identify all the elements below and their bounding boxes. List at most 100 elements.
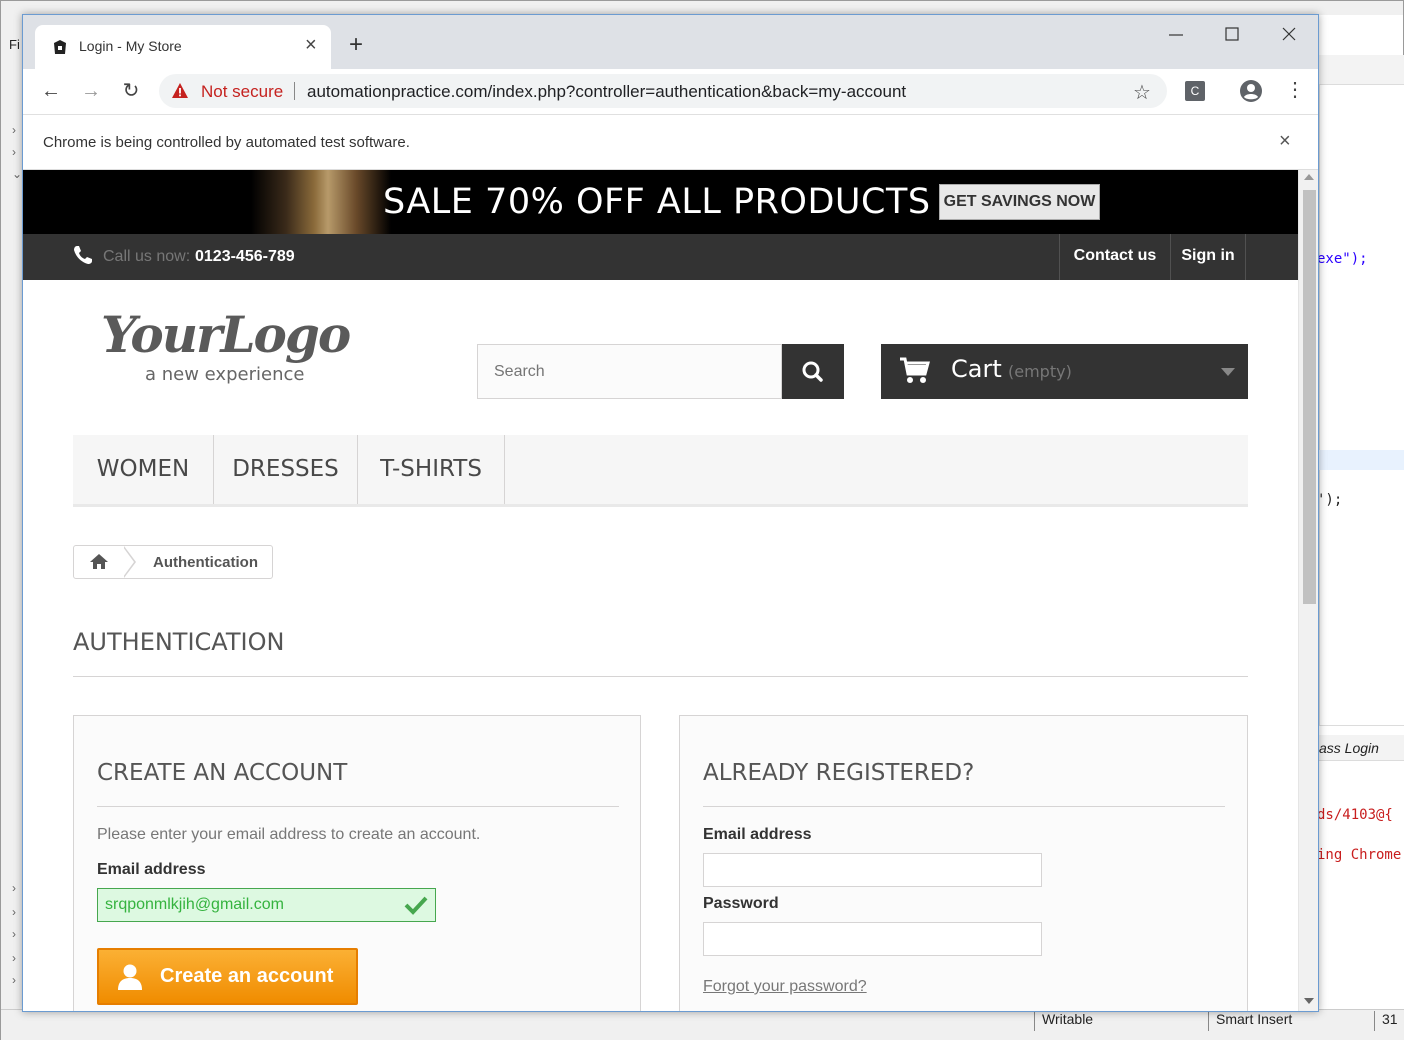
ide-current-line (1319, 450, 1404, 470)
banner-model-image (251, 170, 391, 234)
scroll-up-icon[interactable] (1304, 174, 1314, 180)
cart-dropdown[interactable]: Cart (empty) (881, 344, 1248, 399)
menu-item-dresses[interactable]: DRESSES (214, 435, 358, 504)
sign-in-link[interactable]: Sign in (1170, 234, 1246, 280)
ide-console-line: ds/4103@{ (1317, 807, 1393, 823)
status-divider (1034, 1011, 1035, 1031)
create-account-title: CREATE AN ACCOUNT (97, 760, 348, 786)
status-divider (1374, 1011, 1375, 1031)
scroll-thumb[interactable] (1303, 190, 1316, 604)
create-email-field[interactable] (97, 888, 436, 922)
url-text[interactable]: automationpractice.com/index.php?control… (307, 82, 906, 102)
logo-main-text: YourLogo (101, 305, 350, 364)
phone-number: 0123-456-789 (195, 248, 295, 265)
phone-icon (74, 246, 92, 264)
login-panel: ALREADY REGISTERED? Email address Passwo… (679, 715, 1248, 1011)
banner-headline: SALE 70% OFF ALL PRODUCTS (383, 182, 931, 222)
home-icon (90, 554, 108, 569)
breadcrumb-home[interactable] (74, 546, 124, 578)
store-logo[interactable]: YourLogo a new experience (101, 300, 401, 384)
extension-icon[interactable]: C (1185, 81, 1205, 101)
reload-icon[interactable]: ↻ (119, 79, 143, 103)
expand-icon[interactable]: › (12, 951, 16, 965)
not-secure-label[interactable]: Not secure (201, 82, 283, 102)
expand-icon[interactable]: › (12, 881, 16, 895)
password-input[interactable] (703, 922, 1042, 956)
breadcrumb: Authentication (73, 545, 273, 579)
user-icon (118, 964, 142, 990)
breadcrumb-current: Authentication (153, 554, 258, 571)
ide-code-line: exe"); (1317, 251, 1368, 267)
browser-tab[interactable]: Login - My Store × (35, 25, 331, 69)
ide-menu-file[interactable]: Fi (9, 37, 20, 52)
ide-console-toolbar: ass Login (1319, 735, 1404, 761)
search-input[interactable] (478, 345, 781, 398)
forgot-password-link[interactable]: Forgot your password? (703, 978, 867, 996)
page-title: AUTHENTICATION (73, 628, 285, 656)
browser-window: Login - My Store × + ← → ↻ Not secure au… (22, 14, 1319, 1012)
ide-statusbar (1, 1009, 1404, 1040)
login-divider (703, 806, 1225, 807)
check-icon (404, 896, 428, 915)
automation-infobar: Chrome is being controlled by automated … (23, 115, 1318, 170)
create-account-label: Create an account (160, 965, 334, 987)
create-email-input[interactable] (98, 889, 398, 921)
login-email-input[interactable] (703, 853, 1042, 887)
collapse-icon[interactable]: ⌄ (12, 167, 22, 181)
status-divider (1208, 1011, 1209, 1031)
kebab-menu-icon[interactable]: ⋮ (1285, 78, 1305, 102)
bookmark-star-icon[interactable]: ☆ (1133, 80, 1151, 105)
back-arrow-icon[interactable]: ← (39, 79, 63, 103)
expand-icon[interactable]: › (12, 973, 16, 987)
address-bar[interactable]: Not secure automationpractice.com/index.… (159, 74, 1167, 108)
url-divider (294, 82, 295, 100)
get-savings-button[interactable]: GET SAVINGS NOW (939, 184, 1100, 220)
window-close-icon[interactable] (1269, 23, 1309, 47)
ide-editor[interactable] (1319, 55, 1404, 725)
expand-icon[interactable]: › (12, 905, 16, 919)
create-account-description: Please enter your email address to creat… (97, 826, 481, 843)
infobar-message: Chrome is being controlled by automated … (43, 134, 410, 151)
menu-item-tshirts[interactable]: T-SHIRTS (358, 435, 505, 504)
search-icon (802, 361, 823, 382)
tab-strip: Login - My Store × + (23, 15, 1318, 69)
ide-editor-toolbar (1319, 55, 1404, 85)
create-account-panel: CREATE AN ACCOUNT Please enter your emai… (73, 715, 641, 1011)
infobar-close-icon[interactable]: × (1279, 130, 1291, 153)
sale-banner[interactable]: SALE 70% OFF ALL PRODUCTS GET SAVINGS NO… (23, 170, 1298, 234)
create-account-button[interactable]: Create an account (97, 948, 358, 1005)
login-title: ALREADY REGISTERED? (703, 760, 975, 786)
cart-status: (empty) (1008, 362, 1072, 381)
forward-arrow-icon[interactable]: → (79, 79, 103, 103)
menu-item-women[interactable]: WOMEN (73, 435, 214, 504)
scroll-down-icon[interactable] (1304, 998, 1314, 1004)
status-insert-mode: Smart Insert (1216, 1011, 1293, 1027)
search-field[interactable] (477, 344, 782, 399)
profile-icon[interactable] (1239, 79, 1263, 103)
expand-icon[interactable]: › (12, 123, 16, 137)
new-tab-icon[interactable]: + (349, 33, 363, 57)
category-menu: WOMEN DRESSES T-SHIRTS (73, 435, 1248, 507)
create-email-label: Email address (97, 861, 206, 878)
ide-console-line: ing Chrome (1317, 847, 1402, 863)
create-account-divider (97, 806, 619, 807)
search-button[interactable] (782, 344, 844, 399)
expand-icon[interactable]: › (12, 145, 16, 159)
login-email-label: Email address (703, 826, 812, 843)
maximize-icon[interactable] (1212, 23, 1252, 47)
top-navbar: Call us now: 0123-456-789 Contact us Sig… (23, 234, 1298, 280)
browser-toolbar: ← → ↻ Not secure automationpractice.com/… (23, 69, 1318, 115)
page-scrollbar[interactable] (1298, 170, 1318, 1011)
tab-title: Login - My Store (79, 38, 182, 54)
tab-close-icon[interactable]: × (305, 34, 317, 57)
store-favicon-icon (54, 40, 66, 54)
minimize-icon[interactable] (1156, 23, 1196, 47)
ide-code-line: '); (1317, 492, 1343, 508)
contact-us-link[interactable]: Contact us (1059, 234, 1170, 280)
heading-divider (73, 676, 1248, 677)
logo-tagline: a new experience (145, 364, 304, 384)
expand-icon[interactable]: › (12, 927, 16, 941)
breadcrumb-separator-inner (123, 547, 134, 577)
ide-console (1319, 725, 1404, 1011)
cart-icon (900, 357, 930, 383)
